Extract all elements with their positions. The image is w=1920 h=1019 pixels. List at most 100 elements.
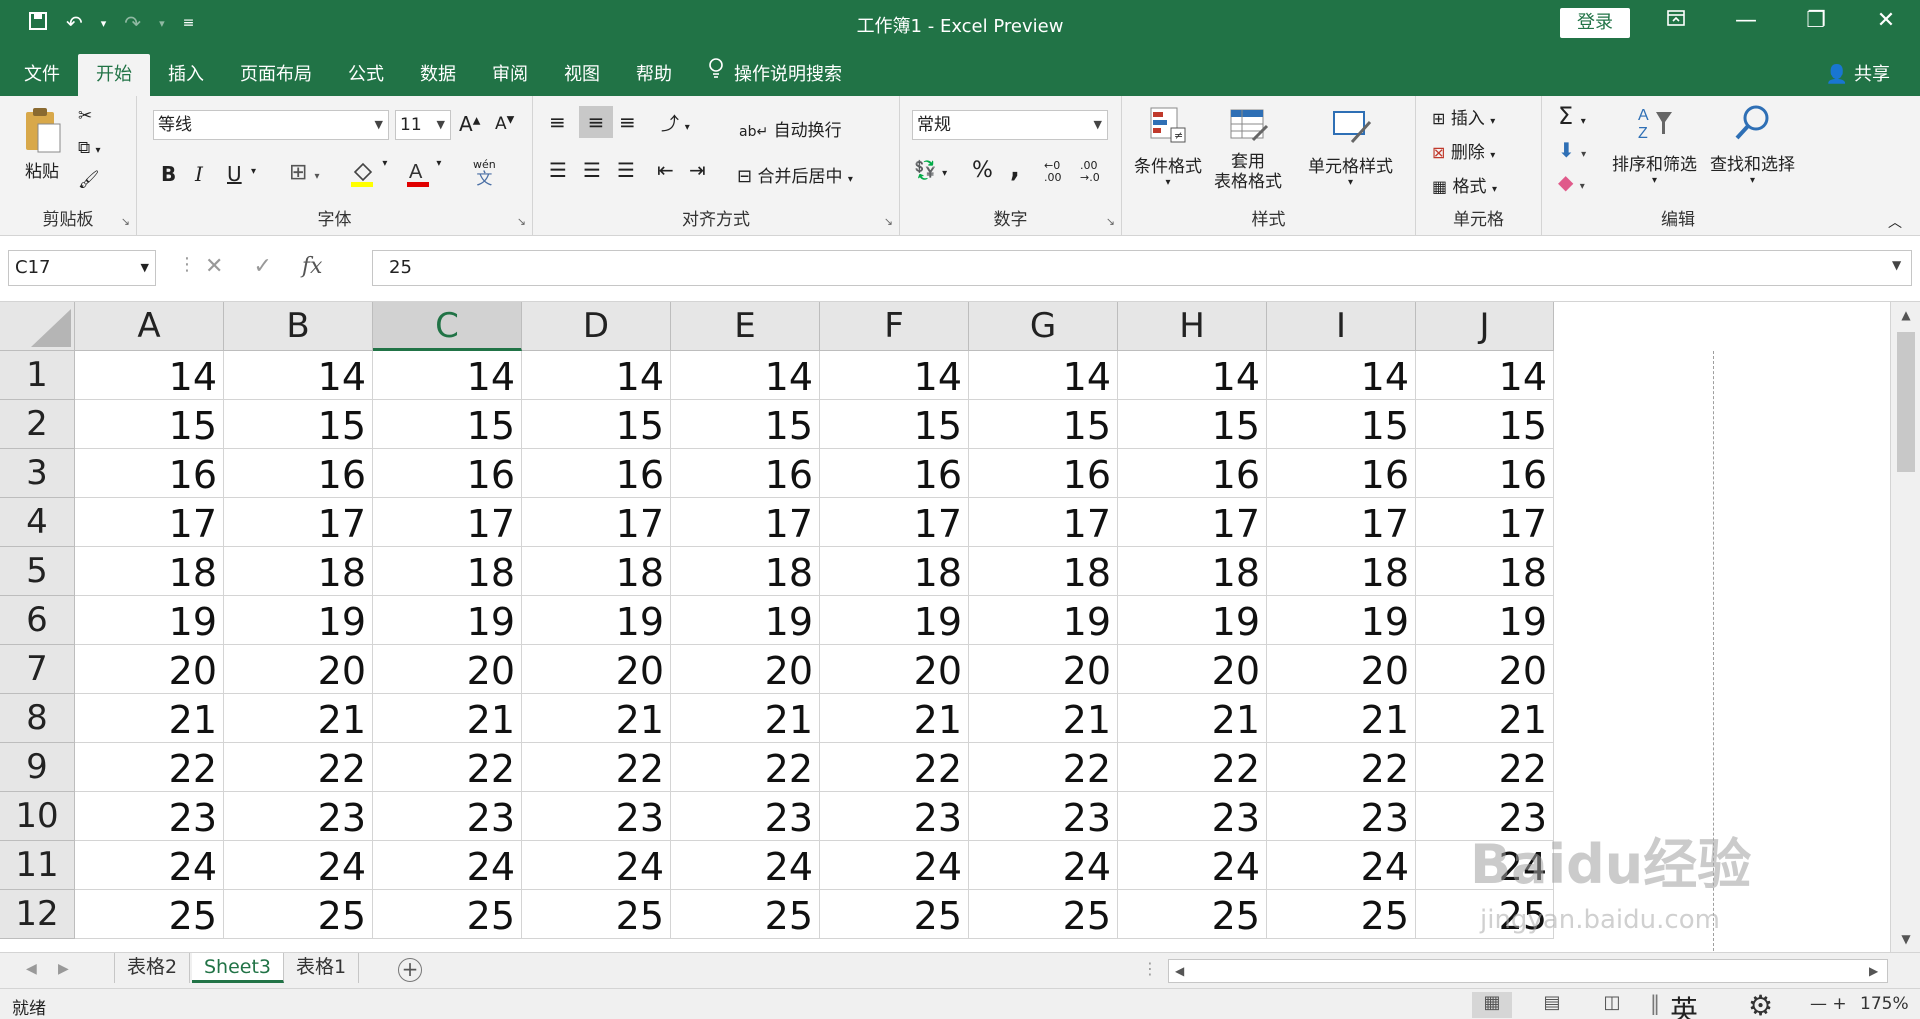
cell-styles-button[interactable]: 单元格样式 ▾ <box>1308 104 1393 188</box>
cell-a8[interactable]: 21 <box>75 694 224 743</box>
cell-a2[interactable]: 15 <box>75 400 224 449</box>
cell-f12[interactable]: 25 <box>820 890 969 939</box>
cell-a4[interactable]: 17 <box>75 498 224 547</box>
undo-icon[interactable]: ↶ <box>66 11 83 35</box>
cell-a9[interactable]: 22 <box>75 743 224 792</box>
row-header-6[interactable]: 6 <box>0 596 75 645</box>
close-icon[interactable]: ✕ <box>1866 8 1906 33</box>
formula-input[interactable]: 25 <box>372 250 1912 286</box>
page-break-view-icon[interactable]: ◫ <box>1592 992 1632 1018</box>
font-color-icon[interactable]: A ▾ <box>405 158 441 193</box>
cell-d8[interactable]: 21 <box>522 694 671 743</box>
cell-d10[interactable]: 23 <box>522 792 671 841</box>
tab-split-handle-icon[interactable]: ⋮ <box>1142 959 1158 978</box>
align-middle-icon[interactable]: ≡ <box>579 106 613 138</box>
cell-b11[interactable]: 24 <box>224 841 373 890</box>
clipboard-launcher-icon[interactable]: ↘ <box>121 215 130 228</box>
cell-e9[interactable]: 22 <box>671 743 820 792</box>
cell-g9[interactable]: 22 <box>969 743 1118 792</box>
cell-e5[interactable]: 18 <box>671 547 820 596</box>
find-select-button[interactable]: 查找和选择 ▾ <box>1710 102 1795 186</box>
cell-d5[interactable]: 18 <box>522 547 671 596</box>
cell-f1[interactable]: 14 <box>820 351 969 400</box>
cell-c6[interactable]: 19 <box>373 596 522 645</box>
cell-j3[interactable]: 16 <box>1416 449 1554 498</box>
increase-font-size-icon[interactable]: A▲ <box>459 112 480 136</box>
scroll-down-icon[interactable]: ▼ <box>1891 932 1920 946</box>
cell-a12[interactable]: 25 <box>75 890 224 939</box>
cell-b8[interactable]: 21 <box>224 694 373 743</box>
login-button[interactable]: 登录 <box>1560 8 1630 38</box>
scroll-left-icon[interactable]: ◀ <box>1175 964 1184 978</box>
decrease-indent-icon[interactable]: ⇤ <box>657 158 674 182</box>
phonetic-guide-icon[interactable]: wén 文 <box>473 158 496 187</box>
cell-f9[interactable]: 22 <box>820 743 969 792</box>
tab-file[interactable]: 文件 <box>6 54 78 96</box>
tab-review[interactable]: 审阅 <box>474 54 546 96</box>
cell-b2[interactable]: 15 <box>224 400 373 449</box>
insert-cells-button[interactable]: ⊞ 插入 ▾ <box>1432 104 1495 129</box>
cell-j9[interactable]: 22 <box>1416 743 1554 792</box>
share-button[interactable]: 👤 共享 <box>1826 60 1890 86</box>
zoom-slider[interactable]: — + <box>1810 994 1847 1014</box>
cell-c12[interactable]: 25 <box>373 890 522 939</box>
cell-i9[interactable]: 22 <box>1267 743 1416 792</box>
collapse-ribbon-icon[interactable]: ︿ <box>1888 212 1902 232</box>
cell-j8[interactable]: 21 <box>1416 694 1554 743</box>
cell-f6[interactable]: 19 <box>820 596 969 645</box>
cell-j6[interactable]: 19 <box>1416 596 1554 645</box>
sort-filter-button[interactable]: AZ 排序和筛选 ▾ <box>1612 102 1697 186</box>
cell-g3[interactable]: 16 <box>969 449 1118 498</box>
cut-icon[interactable]: ✂ <box>78 106 92 126</box>
row-header-4[interactable]: 4 <box>0 498 75 547</box>
cell-d4[interactable]: 17 <box>522 498 671 547</box>
cell-i12[interactable]: 25 <box>1267 890 1416 939</box>
cell-j7[interactable]: 20 <box>1416 645 1554 694</box>
row-header-7[interactable]: 7 <box>0 645 75 694</box>
font-size-select[interactable]: 11 ▼ <box>395 110 451 140</box>
cell-f3[interactable]: 16 <box>820 449 969 498</box>
column-header-f[interactable]: F <box>820 302 969 351</box>
cell-a7[interactable]: 20 <box>75 645 224 694</box>
font-launcher-icon[interactable]: ↘ <box>517 215 526 228</box>
cell-j1[interactable]: 14 <box>1416 351 1554 400</box>
row-header-3[interactable]: 3 <box>0 449 75 498</box>
row-header-1[interactable]: 1 <box>0 351 75 400</box>
cancel-icon[interactable]: ✕ <box>205 254 223 279</box>
cell-e7[interactable]: 20 <box>671 645 820 694</box>
cell-j2[interactable]: 15 <box>1416 400 1554 449</box>
expand-formula-bar-icon[interactable]: ▼ <box>1892 258 1901 272</box>
sheet-tab-1[interactable]: 表格2 <box>114 953 191 983</box>
align-top-icon[interactable]: ≡ <box>549 110 566 134</box>
cell-h8[interactable]: 21 <box>1118 694 1267 743</box>
cell-h5[interactable]: 18 <box>1118 547 1267 596</box>
cell-i5[interactable]: 18 <box>1267 547 1416 596</box>
cell-d3[interactable]: 16 <box>522 449 671 498</box>
cell-f5[interactable]: 18 <box>820 547 969 596</box>
conditional-formatting-button[interactable]: ≠ 条件格式 ▾ <box>1134 104 1202 188</box>
cell-c8[interactable]: 21 <box>373 694 522 743</box>
cell-h2[interactable]: 15 <box>1118 400 1267 449</box>
column-header-c[interactable]: C <box>373 302 522 351</box>
cell-c4[interactable]: 17 <box>373 498 522 547</box>
bold-button[interactable]: B <box>161 162 176 186</box>
cell-i2[interactable]: 15 <box>1267 400 1416 449</box>
customize-qat-icon[interactable]: ≡ <box>183 15 195 31</box>
cell-e12[interactable]: 25 <box>671 890 820 939</box>
align-center-icon[interactable]: ☰ <box>583 158 601 182</box>
decrease-decimal-icon[interactable]: .00 →.0 <box>1080 160 1100 184</box>
cell-g1[interactable]: 14 <box>969 351 1118 400</box>
cell-h1[interactable]: 14 <box>1118 351 1267 400</box>
row-header-12[interactable]: 12 <box>0 890 75 939</box>
row-header-8[interactable]: 8 <box>0 694 75 743</box>
cell-b3[interactable]: 16 <box>224 449 373 498</box>
cell-f8[interactable]: 21 <box>820 694 969 743</box>
cell-a11[interactable]: 24 <box>75 841 224 890</box>
cell-b10[interactable]: 23 <box>224 792 373 841</box>
cell-a3[interactable]: 16 <box>75 449 224 498</box>
cell-d2[interactable]: 15 <box>522 400 671 449</box>
align-bottom-icon[interactable]: ≡ <box>619 110 636 134</box>
cell-i10[interactable]: 23 <box>1267 792 1416 841</box>
tell-me-search[interactable]: 操作说明搜索 <box>690 54 860 96</box>
cell-g10[interactable]: 23 <box>969 792 1118 841</box>
